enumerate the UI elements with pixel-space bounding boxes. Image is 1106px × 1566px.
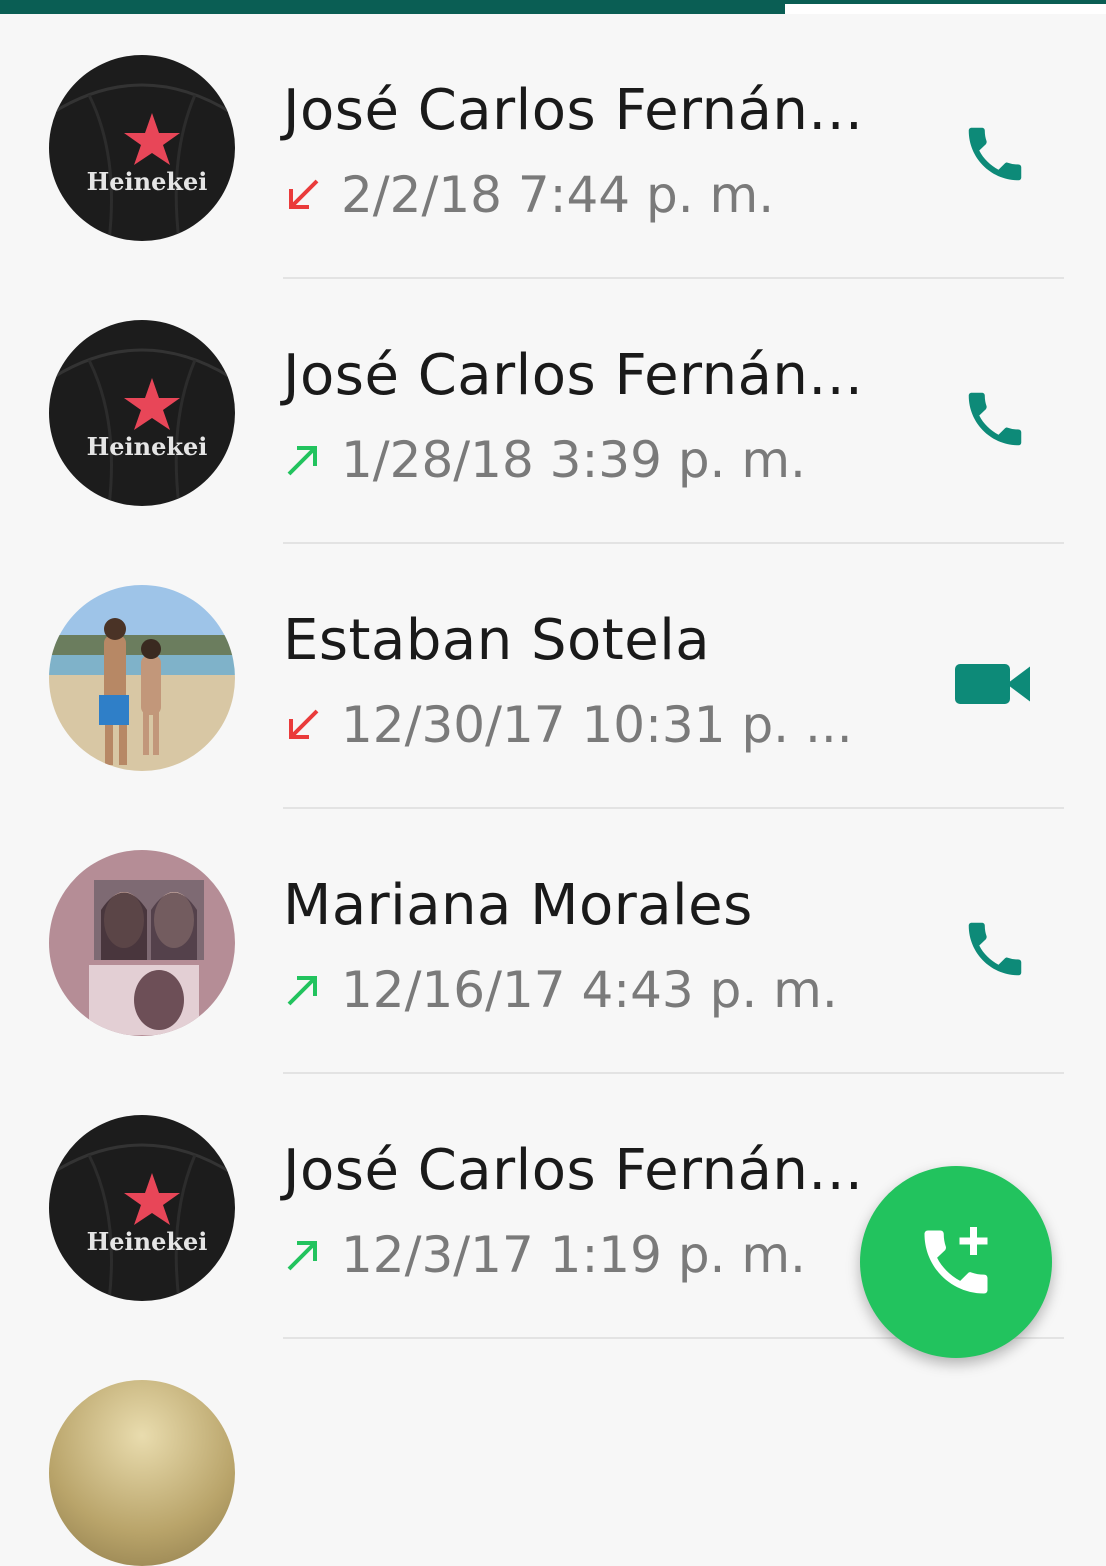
call-row[interactable]: Mariana Morales 12/16/17 4:43 p. m. (0, 809, 1106, 1074)
call-datetime: 2/2/18 7:44 p. m. (341, 166, 775, 224)
arrow-down-left-icon (289, 179, 319, 209)
new-call-button[interactable] (860, 1166, 1052, 1358)
call-row[interactable]: Estaban Sotela 12/30/17 10:31 p. ... (0, 544, 1106, 809)
contact-name: Mariana Morales (283, 873, 753, 938)
avatar[interactable] (49, 1380, 235, 1566)
call-list: Heinekei José Carlos Fernán... 2/2/18 7:… (0, 14, 1106, 1339)
contact-name: José Carlos Fernán... (283, 343, 864, 408)
phone-icon[interactable] (950, 379, 1040, 459)
call-datetime: 1/28/18 3:39 p. m. (341, 431, 806, 489)
avatar[interactable] (49, 850, 235, 1036)
arrow-up-right-icon (287, 446, 317, 476)
contact-name: José Carlos Fernán... (283, 1138, 864, 1203)
call-datetime: 12/16/17 4:43 p. m. (341, 961, 838, 1019)
call-datetime: 12/3/17 1:19 p. m. (341, 1226, 806, 1284)
contact-name: Estaban Sotela (283, 608, 711, 673)
call-meta: 1/28/18 3:39 p. m. (283, 431, 806, 489)
arrow-up-right-icon (287, 1241, 317, 1271)
tab-indicator (785, 4, 1106, 14)
call-meta: 12/16/17 4:43 p. m. (283, 961, 838, 1019)
svg-text:Heinekei: Heinekei (87, 1227, 208, 1256)
video-icon[interactable] (950, 644, 1040, 724)
arrow-down-left-icon (289, 709, 319, 739)
avatar[interactable]: Heinekei (49, 1115, 235, 1301)
avatar[interactable] (49, 585, 235, 771)
tab-bar (0, 0, 1106, 14)
arrow-up-right-icon (287, 976, 317, 1006)
svg-text:Heinekei: Heinekei (87, 432, 208, 461)
svg-text:Heinekei: Heinekei (87, 167, 208, 196)
call-row[interactable]: Heinekei José Carlos Fernán... 1/28/18 3… (0, 279, 1106, 544)
call-meta: 2/2/18 7:44 p. m. (283, 166, 774, 224)
call-meta: 12/30/17 10:31 p. ... (283, 696, 853, 754)
call-meta: 12/3/17 1:19 p. m. (283, 1226, 806, 1284)
call-row[interactable]: Heinekei José Carlos Fernán... 2/2/18 7:… (0, 14, 1106, 279)
phone-icon[interactable] (950, 114, 1040, 194)
call-datetime: 12/30/17 10:31 p. ... (341, 696, 853, 754)
avatar[interactable]: Heinekei (49, 320, 235, 506)
add-call-icon (924, 1227, 988, 1294)
phone-icon[interactable] (950, 909, 1040, 989)
contact-name: José Carlos Fernán... (283, 78, 864, 143)
avatar[interactable]: Heinekei (49, 55, 235, 241)
